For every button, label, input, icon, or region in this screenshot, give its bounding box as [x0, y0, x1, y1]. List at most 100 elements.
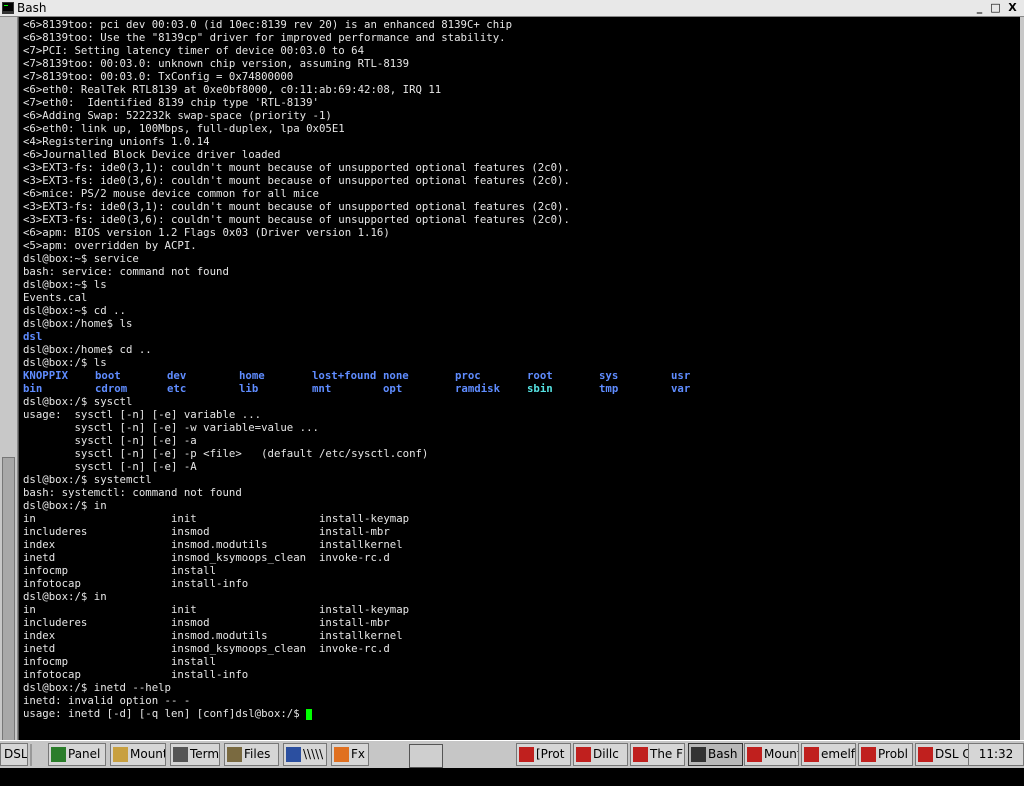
terminal-output[interactable]: <6>8139too: pci dev 00:03.0 (id 10ec:813…: [18, 17, 1020, 740]
taskbar: DSL Panel Mount Term Files \\\\\ Fx [Prot Dill…: [0, 740, 1024, 782]
terminal-line: <6>mice: PS/2 mouse device common for al…: [23, 187, 319, 200]
terminal-line: sysctl [-n] [-e] -A: [23, 460, 197, 473]
terminal-line: <6>Journalled Block Device driver loaded: [23, 148, 281, 161]
terminal-icon: [691, 747, 706, 762]
terminal-line: <6>Adding Swap: 522232k swap-space (prio…: [23, 109, 332, 122]
window-titlebar[interactable]: Bash _ □ X: [0, 0, 1024, 17]
launcher-label: Term: [190, 747, 220, 761]
terminal-line: <6>8139too: Use the "8139cp" driver for …: [23, 31, 506, 44]
launcher-label: Mount: [130, 747, 166, 761]
ls-entry: sbin: [527, 382, 553, 395]
terminal-line: <3>EXT3-fs: ide0(3,6): couldn't mount be…: [23, 174, 570, 187]
red-app-icon: [804, 747, 819, 762]
task-window-button[interactable]: Mount: [744, 743, 799, 766]
files-icon: [227, 747, 242, 762]
task-window-label: [Prot: [536, 747, 565, 761]
window-title: Bash: [17, 1, 47, 15]
red-app-icon: [747, 747, 762, 762]
red-app-icon: [633, 747, 648, 762]
task-window-button[interactable]: [Prot: [516, 743, 571, 766]
launcher-files-button[interactable]: Files: [224, 743, 279, 766]
task-window-button[interactable]: The F: [630, 743, 685, 766]
terminal-prompt-line[interactable]: usage: inetd [-d] [-q len] [conf]dsl@box…: [23, 707, 1020, 720]
terminal-line: dsl@box:/$ ls: [23, 356, 107, 369]
launcher-label: \\\\\: [303, 747, 324, 761]
terminal-line: sysctl [-n] [-e] -a: [23, 434, 197, 447]
scrollbar[interactable]: [0, 17, 18, 747]
terminal-line: dsl@box:/$ in: [23, 499, 107, 512]
task-window-button[interactable]: emelf: [801, 743, 856, 766]
terminal-line: <6>apm: BIOS version 1.2 Flags 0x03 (Dri…: [23, 226, 390, 239]
launcher--button[interactable]: \\\\\: [283, 743, 327, 766]
desktop-pager[interactable]: [409, 744, 443, 768]
launcher-label: Fx: [351, 747, 366, 761]
ls-entry: bin: [23, 382, 43, 395]
launcher-panel-button[interactable]: Panel: [48, 743, 106, 766]
ls-entry: dev: [167, 369, 187, 382]
terminal-line: dsl@box:/home$ ls: [23, 317, 133, 330]
terminal-boot-log: <6>8139too: pci dev 00:03.0 (id 10ec:813…: [23, 18, 1020, 330]
terminal-line: Events.cal: [23, 291, 88, 304]
terminal-line: infotocap install-info: [23, 668, 249, 681]
terminal-line: in init install-keymap: [23, 603, 410, 616]
task-window-label: Dillc: [593, 747, 619, 761]
terminal-line: infocmp install: [23, 564, 217, 577]
start-menu-button[interactable]: DSL: [0, 743, 28, 766]
terminal-line: infotocap install-info: [23, 577, 249, 590]
scrollbar-thumb[interactable]: [2, 457, 15, 747]
terminal-line: includeres insmod install-mbr: [23, 616, 390, 629]
task-window-button[interactable]: DSL C: [915, 743, 970, 766]
minimize-button[interactable]: _: [972, 1, 987, 15]
red-app-icon: [918, 747, 933, 762]
terminal-commands: dsl@box:/home$ cd .. dsl@box:/$ ls: [23, 343, 1020, 369]
terminal-line: <7>eth0: Identified 8139 chip type 'RTL-…: [23, 96, 319, 109]
launcher-label: Panel: [68, 747, 101, 761]
ls-entry: KNOPPIX: [23, 369, 69, 382]
terminal-line: <7>8139too: 00:03.0: unknown chip versio…: [23, 57, 410, 70]
task-window-button[interactable]: Probl: [858, 743, 913, 766]
task-window-button[interactable]: Dillc: [573, 743, 628, 766]
terminal-line: in init install-keymap: [23, 512, 410, 525]
terminal-line: <3>EXT3-fs: ide0(3,6): couldn't mount be…: [23, 213, 570, 226]
terminal-command-output: dsl@box:/$ sysctl usage: sysctl [-n] [-e]…: [23, 395, 1020, 707]
terminal-line: usage: sysctl [-n] [-e] variable ...: [23, 408, 262, 421]
launcher-label: Files: [244, 747, 271, 761]
ls-entry: boot: [95, 369, 121, 382]
ls-entry: tmp: [599, 382, 619, 395]
globe-icon: [286, 747, 301, 762]
terminal-line: infocmp install: [23, 655, 217, 668]
ls-entry: cdrom: [95, 382, 128, 395]
red-app-icon: [519, 747, 534, 762]
terminal-line: dsl@box:~$ cd ..: [23, 304, 126, 317]
ls-entry: var: [671, 382, 691, 395]
terminal-line: dsl@box:/home$ cd ..: [23, 343, 152, 356]
terminal-line: inetd insmod_ksymoops_clean invoke-rc.d: [23, 642, 390, 655]
terminal-line: sysctl [-n] [-e] -p <file> (default /etc…: [23, 447, 429, 460]
terminal-line: <4>Registering unionfs 1.0.14: [23, 135, 210, 148]
ls-entry: proc: [455, 369, 481, 382]
ls-entry: none: [383, 369, 409, 382]
ls-output-row: KNOPPIX boot dev home lost+found none proc root…: [23, 369, 1020, 382]
dsl-directory-entry: dsl: [23, 330, 43, 343]
terminal-icon: [173, 747, 188, 762]
terminal-app-icon: [2, 2, 14, 14]
launcher-term-button[interactable]: Term: [170, 743, 220, 766]
terminal-line: <5>apm: overridden by ACPI.: [23, 239, 197, 252]
task-window-label: The F: [650, 747, 684, 761]
launcher-fx-button[interactable]: Fx: [331, 743, 369, 766]
clock: 11:32 PM: [968, 743, 1024, 782]
launcher-mount-button[interactable]: Mount: [110, 743, 166, 766]
ls-entry: lost+found: [312, 369, 377, 382]
prompt-text: usage: inetd [-d] [-q len] [conf]dsl@box…: [23, 707, 307, 720]
ls-entry: home: [239, 369, 265, 382]
terminal-line: bash: service: command not found: [23, 265, 229, 278]
folder-icon: [113, 747, 128, 762]
task-window-label: Probl: [878, 747, 908, 761]
terminal-line: inetd: invalid option -- -: [23, 694, 191, 707]
terminal-line: <6>8139too: pci dev 00:03.0 (id 10ec:813…: [23, 18, 513, 31]
ls-entry: root: [527, 369, 553, 382]
task-window-button[interactable]: Bash: [688, 743, 743, 766]
maximize-button[interactable]: □: [988, 1, 1003, 15]
task-window-label: Mount: [764, 747, 799, 761]
close-button[interactable]: X: [1005, 1, 1020, 15]
